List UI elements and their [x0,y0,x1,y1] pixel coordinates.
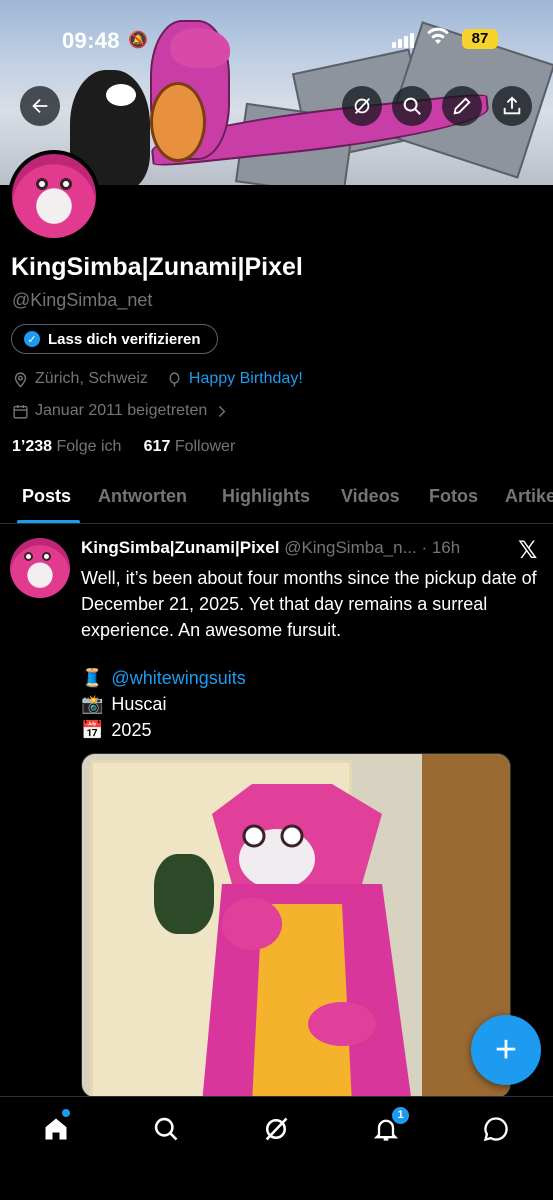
pencil-icon [453,97,471,115]
profile-joined[interactable]: Januar 2011 beigetreten [12,402,230,420]
back-button[interactable] [20,86,60,126]
post-credit-year: 📅 2025 [81,720,151,741]
active-tab-indicator [17,520,80,523]
follow-counts: 1’238 Folge ich 617 Follower [12,438,235,456]
nav-messages[interactable] [478,1111,514,1147]
plus-icon: + [494,1028,518,1071]
location-pin-icon [14,371,27,388]
compose-post-button[interactable]: + [471,1015,541,1085]
calendar-icon [13,404,28,419]
get-verified-button[interactable]: ✓ Lass dich verifizieren [11,324,218,354]
tab-photos[interactable]: Fotos [429,486,478,507]
tab-posts[interactable]: Posts [22,486,71,507]
camera-flash-icon: 📸 [81,694,104,714]
tab-replies[interactable]: Antworten [98,486,187,507]
nav-grok[interactable] [258,1111,294,1147]
year-text: 2025 [111,720,152,740]
post-avatar-image [10,538,70,598]
post-header: KingSimba|Zunami|Pixel @KingSimba_n... ·… [81,538,511,558]
search-icon [154,1117,178,1141]
birthday-link[interactable]: Happy Birthday! [189,370,303,388]
profile-avatar[interactable] [8,150,100,242]
location-text: Zürich, Schweiz [35,370,148,387]
share-button[interactable] [492,86,532,126]
thread-spool-icon: 🧵 [81,668,104,688]
profile-display-name: KingSimba|Zunami|Pixel [11,253,303,281]
chevron-right-icon [219,405,226,417]
followers-count: 617 [143,438,171,455]
photo-fursuit [202,784,412,1097]
post-text: Well, it’s been about four months since … [81,568,537,640]
post-photo[interactable] [81,753,511,1098]
nav-search[interactable] [148,1111,184,1147]
cellular-signal-icon [392,32,414,48]
arrow-left-icon [32,98,48,114]
bell-off-icon: 🔕 [128,32,148,49]
nav-home[interactable] [38,1111,74,1147]
followers-label: Follower [174,438,236,455]
notification-badge: 1 [392,1107,409,1124]
get-verified-label: Lass dich verifizieren [48,330,201,348]
post-credit-photographer: 📸 Huscai [81,694,166,715]
edit-button[interactable] [442,86,482,126]
post-handle-time: @KingSimba_n... · 16h [284,538,461,557]
battery-indicator: 87 [462,29,498,49]
tab-articles[interactable]: Artikel [505,486,553,507]
grok-button[interactable] [342,86,382,126]
chat-bubble-icon [483,1117,508,1142]
x-logo-icon[interactable]: 𝕏 [518,536,537,565]
share-icon [503,96,521,115]
home-icon [45,1118,67,1140]
search-button[interactable] [392,86,432,126]
wifi-icon [426,26,450,52]
followers-link[interactable]: 617 Follower [144,438,236,455]
grok-icon [354,98,371,114]
post-avatar[interactable] [10,538,70,598]
mention-link[interactable]: @whitewingsuits [111,668,245,689]
tab-videos[interactable]: Videos [341,486,400,507]
following-count: 1’238 [12,438,53,455]
status-bar: 09:48 🔕 87 [0,22,553,62]
balloon-icon [169,371,180,387]
verified-badge-icon: ✓ [24,331,40,347]
search-icon [403,97,421,115]
joined-text: Januar 2011 beigetreten [35,402,208,419]
bottom-navigation: 1 [0,1096,553,1200]
avatar-image [12,154,96,238]
tab-highlights[interactable]: Highlights [222,486,310,507]
post-credit-maker: 🧵 @whitewingsuits [81,668,246,689]
profile-handle: @KingSimba_net [12,290,153,310]
grok-icon [265,1117,288,1141]
profile-tabs: Posts Antworten Highlights Videos Fotos … [0,476,553,524]
following-label: Folge ich [56,438,122,455]
photographer-text: Huscai [111,694,167,714]
calendar-emoji-icon: 📅 [81,720,104,740]
profile-location: Zürich, Schweiz Happy Birthday! [12,370,303,388]
home-new-dot [62,1109,70,1117]
status-time: 09:48 [62,28,120,53]
following-link[interactable]: 1’238 Folge ich [12,438,121,455]
banner-shield [150,82,206,162]
post-author-name[interactable]: KingSimba|Zunami|Pixel [81,538,279,557]
